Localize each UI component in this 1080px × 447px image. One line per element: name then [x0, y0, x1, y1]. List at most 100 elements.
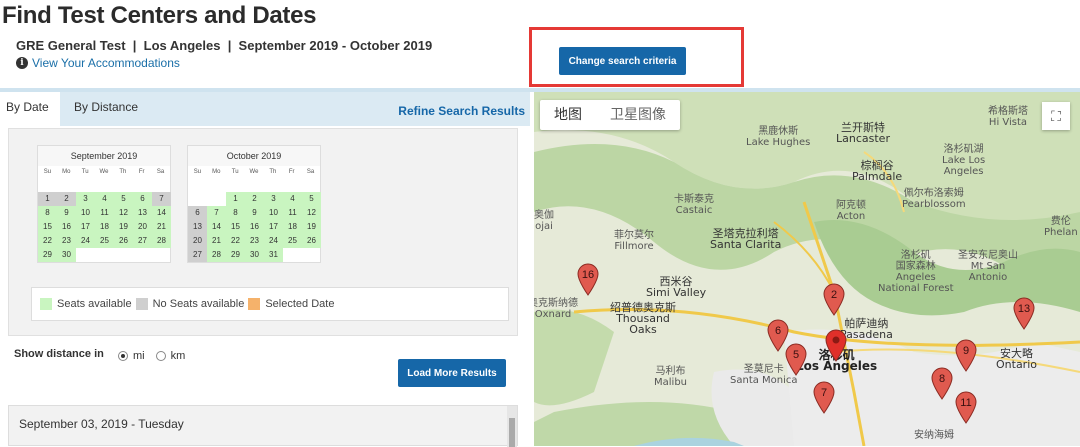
calendar-day[interactable]: 21: [207, 234, 226, 248]
weekday-label: Sa: [156, 169, 165, 175]
calendar-day[interactable]: 7: [207, 206, 226, 220]
calendar-blank: [38, 178, 57, 192]
map-label: 佩尔布洛索姆 Pearblossom: [902, 188, 966, 210]
calendar-day[interactable]: 2: [245, 192, 264, 206]
map-marker-9[interactable]: 9: [954, 338, 978, 372]
calendar-day[interactable]: 1: [226, 192, 245, 206]
calendar-day[interactable]: 5: [114, 192, 133, 206]
calendar-day[interactable]: 18: [283, 220, 302, 234]
calendar-day[interactable]: 17: [76, 220, 95, 234]
fullscreen-icon[interactable]: ⛶: [1042, 102, 1070, 130]
calendar-day[interactable]: 13: [133, 206, 152, 220]
calendar-day[interactable]: 9: [245, 206, 264, 220]
legend-available-label: Seats available: [57, 298, 132, 310]
calendar-day[interactable]: 23: [57, 234, 76, 248]
map-label: 洛杉矶湖 Lake Los Angeles: [942, 144, 986, 177]
view-tabs: By Date By Distance Refine Search Result…: [0, 92, 530, 126]
calendar-blank: [226, 178, 245, 192]
calendar-day[interactable]: 16: [245, 220, 264, 234]
scrollbar-thumb[interactable]: [509, 418, 515, 447]
calendar-day[interactable]: 3: [76, 192, 95, 206]
calendar-day[interactable]: 28: [207, 248, 226, 262]
calendar-day[interactable]: 24: [264, 234, 283, 248]
results-scrollbar[interactable]: [507, 406, 517, 447]
calendar-day[interactable]: 20: [133, 220, 152, 234]
calendar-day[interactable]: 14: [152, 206, 171, 220]
map-marker-11[interactable]: 11: [954, 390, 978, 424]
map-label: 希格斯塔 Hi Vista: [988, 106, 1028, 128]
calendar-day[interactable]: 22: [226, 234, 245, 248]
map-tab-map[interactable]: 地图: [540, 100, 596, 130]
calendar-day[interactable]: 10: [264, 206, 283, 220]
weekday-label: We: [249, 169, 259, 175]
tab-by-distance[interactable]: By Distance: [74, 100, 138, 114]
calendar-day[interactable]: 18: [95, 220, 114, 234]
map-tab-satellite[interactable]: 卫星图像: [596, 100, 680, 130]
legend-none-label: No Seats available: [152, 298, 245, 310]
calendar-blank: [57, 178, 76, 192]
radio-km[interactable]: [155, 351, 166, 361]
calendar-grid: 1 2 3 4 5 6 7 8 9 10 11 12 13 14 15 16 17 18 19 20 21 22 23 24 2…: [38, 178, 171, 262]
calendar-day[interactable]: 25: [95, 234, 114, 248]
map-marker-16[interactable]: 16: [576, 262, 600, 296]
calendar-day[interactable]: 12: [114, 206, 133, 220]
calendar-day[interactable]: 27: [133, 234, 152, 248]
calendar-day[interactable]: 29: [226, 248, 245, 262]
calendar-day[interactable]: 6: [133, 192, 152, 206]
calendar-blank: [207, 192, 226, 206]
calendar-day[interactable]: 28: [152, 234, 171, 248]
map-marker-13[interactable]: 13: [1012, 296, 1036, 330]
calendar-day[interactable]: 24: [76, 234, 95, 248]
change-search-criteria-button[interactable]: Change search criteria: [559, 47, 686, 75]
calendar-day[interactable]: 8: [226, 206, 245, 220]
calendar-day[interactable]: 26: [302, 234, 321, 248]
legend-swatch-selected: [248, 298, 261, 310]
calendar-day: 7: [152, 192, 171, 206]
map-marker-8[interactable]: 8: [930, 366, 954, 400]
calendar-day[interactable]: 29: [38, 248, 57, 262]
calendar-day[interactable]: 23: [245, 234, 264, 248]
load-more-results-button[interactable]: Load More Results: [398, 359, 506, 387]
map-label: 西米谷 Simi Valley: [646, 275, 707, 299]
calendar-day[interactable]: 11: [283, 206, 302, 220]
calendar-day[interactable]: 19: [114, 220, 133, 234]
weekday-label: Tu: [231, 169, 239, 175]
radio-mi[interactable]: [118, 351, 128, 361]
calendar-day[interactable]: 19: [302, 220, 321, 234]
map-marker-5[interactable]: 5: [784, 342, 808, 376]
calendar-day[interactable]: 17: [264, 220, 283, 234]
accommodations-link[interactable]: i View Your Accommodations: [16, 56, 180, 70]
calendar-day[interactable]: 22: [38, 234, 57, 248]
page-title: Find Test Centers and Dates: [2, 2, 317, 29]
map-view[interactable]: 地图 卫星图像 ⛶ 黑鹿休斯 Lake Hughes 兰开斯特 Lancaster …: [534, 92, 1080, 446]
svg-text:6: 6: [775, 325, 781, 337]
calendar-day[interactable]: 8: [38, 206, 57, 220]
calendar-day[interactable]: 25: [283, 234, 302, 248]
calendar-day[interactable]: 26: [114, 234, 133, 248]
calendar-day[interactable]: 31: [264, 248, 283, 262]
map-marker-7[interactable]: 7: [812, 380, 836, 414]
calendar-day[interactable]: 10: [76, 206, 95, 220]
legend-swatch-none: [135, 298, 148, 310]
refine-search-results-link[interactable]: Refine Search Results: [398, 104, 525, 118]
calendar-day[interactable]: 9: [57, 206, 76, 220]
result-date-header[interactable]: September 03, 2019 - Tuesday: [19, 417, 184, 431]
calendar-day[interactable]: 11: [95, 206, 114, 220]
calendar-day[interactable]: 15: [38, 220, 57, 234]
map-location-marker[interactable]: [824, 328, 848, 362]
calendar-day[interactable]: 3: [264, 192, 283, 206]
calendar-day[interactable]: 16: [57, 220, 76, 234]
calendar-day[interactable]: 4: [283, 192, 302, 206]
map-label: 洛杉矶 国家森林 Angeles National Forest: [878, 250, 954, 294]
calendar-day[interactable]: 30: [245, 248, 264, 262]
map-marker-2[interactable]: 2: [822, 282, 846, 316]
calendar-day[interactable]: 12: [302, 206, 321, 220]
calendar-day[interactable]: 4: [95, 192, 114, 206]
calendar-day[interactable]: 5: [302, 192, 321, 206]
calendar-day: 2: [57, 192, 76, 206]
calendar-day[interactable]: 15: [226, 220, 245, 234]
tab-by-date[interactable]: By Date: [6, 100, 49, 114]
calendar-day[interactable]: 30: [57, 248, 76, 262]
calendar-day[interactable]: 21: [152, 220, 171, 234]
calendar-day[interactable]: 14: [207, 220, 226, 234]
